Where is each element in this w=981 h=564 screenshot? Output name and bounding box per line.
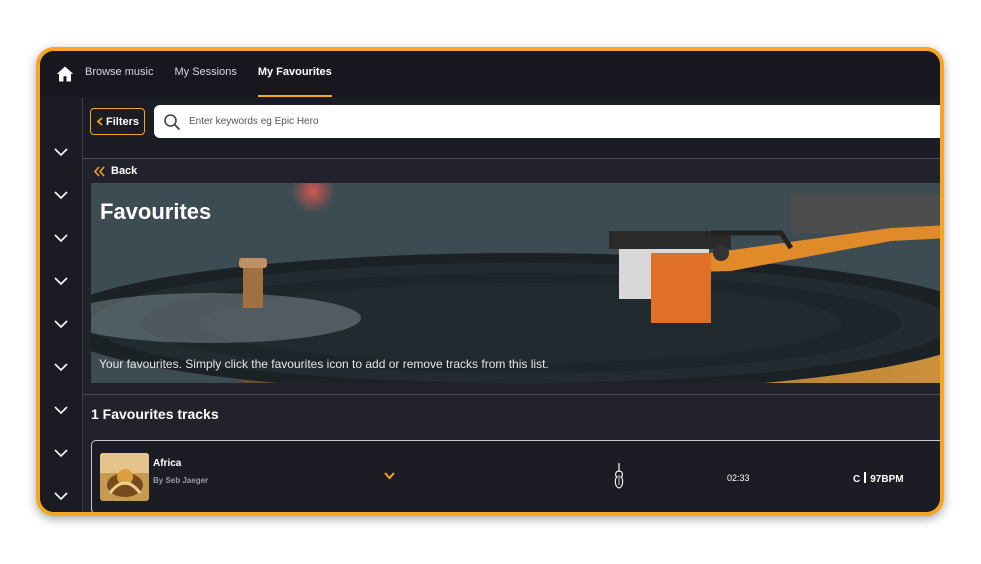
- hero-title: Favourites: [100, 199, 212, 224]
- filter-sidebar: [40, 97, 83, 512]
- filters-button[interactable]: Filters: [90, 108, 145, 135]
- track-key: C: [853, 474, 861, 485]
- chevron-down-icon[interactable]: [54, 406, 68, 415]
- search-input[interactable]: [189, 116, 889, 127]
- track-bpm: 97BPM: [870, 474, 904, 485]
- chevron-down-icon[interactable]: [54, 234, 68, 243]
- chevron-left-icon: [96, 117, 103, 126]
- chevron-down-icon[interactable]: [54, 277, 68, 286]
- track-artwork: [100, 453, 149, 501]
- chevron-down-icon[interactable]: [54, 363, 68, 372]
- expand-chevron-icon[interactable]: [384, 472, 395, 480]
- filters-label: Filters: [105, 115, 139, 128]
- nav-my-favourites[interactable]: My Favourites: [257, 51, 332, 97]
- app-window: Browse music My Sessions My Favourites F…: [36, 47, 944, 516]
- hero-banner: Favourites Your favourites. Simply click…: [91, 183, 940, 383]
- top-navigation: Browse music My Sessions My Favourites: [40, 51, 940, 97]
- nav-browse-music[interactable]: Browse music: [85, 51, 153, 97]
- separator: [864, 472, 867, 483]
- double-chevron-left-icon: [94, 166, 105, 176]
- turntable-image: [91, 183, 940, 383]
- chevron-down-icon[interactable]: [54, 449, 68, 458]
- home-icon[interactable]: [56, 65, 74, 83]
- nav-my-sessions[interactable]: My Sessions: [174, 51, 236, 97]
- back-label: Back: [111, 165, 138, 177]
- back-link[interactable]: Back: [94, 165, 137, 177]
- track-duration: 02:33: [727, 473, 750, 483]
- divider: [83, 394, 940, 395]
- chevron-down-icon[interactable]: [54, 148, 68, 157]
- track-title[interactable]: Africa: [153, 458, 181, 469]
- violin-icon: [614, 463, 624, 489]
- search-box[interactable]: [154, 105, 940, 138]
- track-row[interactable]: Africa By Seb Jaeger 02:33 C 97BPM: [91, 440, 940, 512]
- chevron-down-icon[interactable]: [54, 191, 68, 200]
- track-artist[interactable]: By Seb Jaeger: [153, 476, 208, 485]
- chevron-down-icon[interactable]: [54, 320, 68, 329]
- tracks-heading: 1 Favourites tracks: [91, 406, 219, 422]
- search-icon: [164, 113, 181, 130]
- search-bar-row: Filters: [83, 97, 940, 159]
- hero-subtitle: Your favourites. Simply click the favour…: [99, 357, 549, 371]
- chevron-down-icon[interactable]: [54, 492, 68, 501]
- track-key-bpm: C 97BPM: [853, 472, 904, 485]
